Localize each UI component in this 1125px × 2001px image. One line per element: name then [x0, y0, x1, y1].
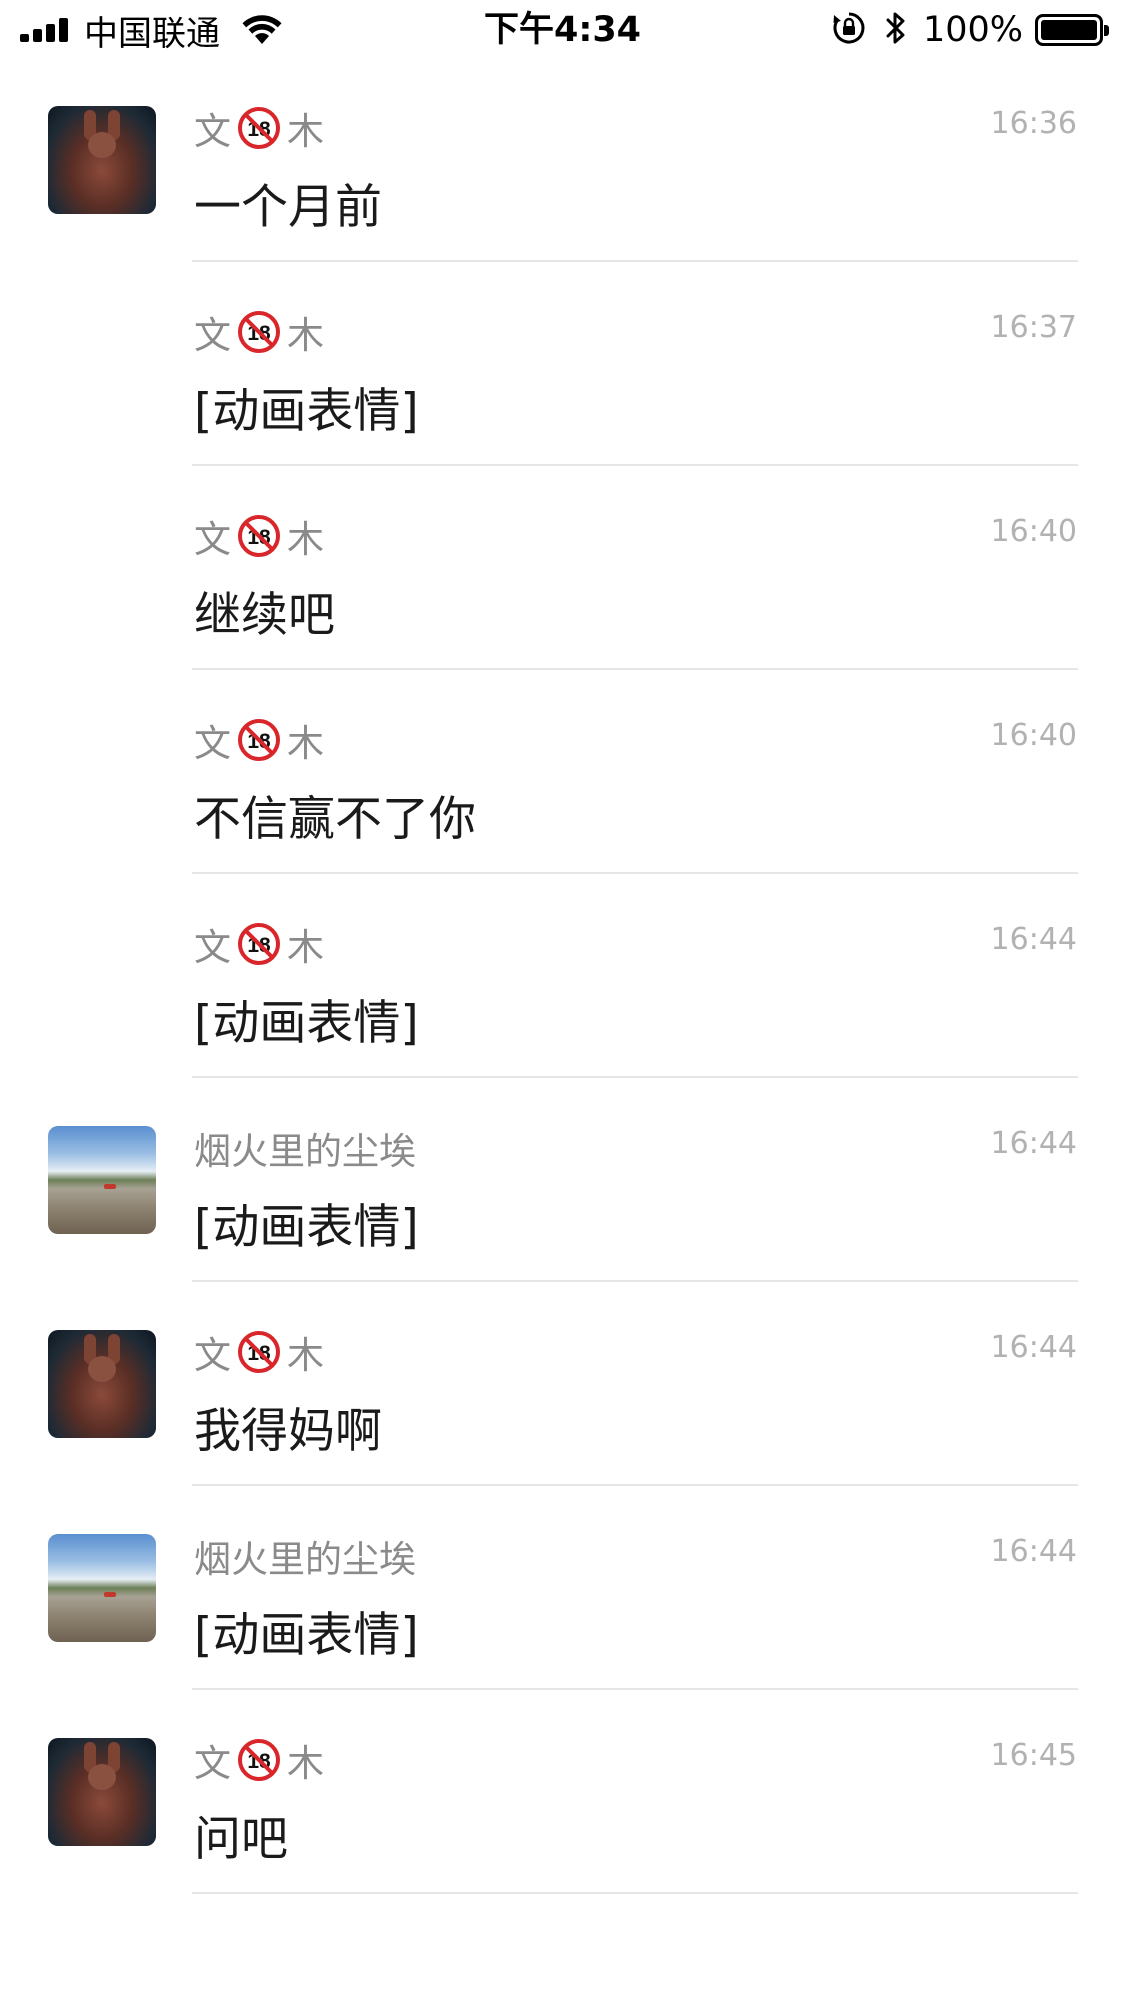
- rabbit-avatar[interactable]: [48, 1738, 156, 1846]
- landscape-avatar[interactable]: [48, 1534, 156, 1642]
- message-text: [动画表情]: [194, 384, 419, 439]
- message-time: 16:36: [990, 106, 1077, 141]
- battery-percentage: 100%: [922, 10, 1023, 50]
- message-time: 16:45: [990, 1738, 1077, 1773]
- message-list[interactable]: 烟火里的尘埃 16:36 上一次和媳妇儿是什么时候 文18木 16:36 一个月…: [0, 0, 1125, 1894]
- sender-name: 文18木: [194, 511, 324, 561]
- landscape-avatar[interactable]: [48, 1126, 156, 1234]
- sender-name: 文18木: [194, 715, 324, 765]
- message-text: 一个月前: [194, 180, 382, 235]
- message-time: 16:37: [990, 310, 1077, 345]
- message-time: 16:40: [990, 514, 1077, 549]
- sender-name-part: 文: [194, 110, 231, 153]
- message-time: 16:44: [990, 922, 1077, 957]
- message-row[interactable]: 烟火里的尘埃 16:44 [动画表情]: [0, 1486, 1125, 1690]
- sender-name-part: 木: [287, 926, 324, 969]
- no-under-18-icon: 18: [237, 514, 281, 558]
- message-text: [动画表情]: [194, 1200, 419, 1255]
- message-text: 不信赢不了你: [194, 792, 476, 847]
- sender-name-part: 木: [287, 722, 324, 765]
- message-time: 16:44: [990, 1330, 1077, 1365]
- sender-name: 文18木: [194, 103, 324, 153]
- message-time: 16:44: [990, 1534, 1077, 1569]
- sender-name-part: 木: [287, 1334, 324, 1377]
- sender-name-part: 文: [194, 1334, 231, 1377]
- row-divider: [192, 1892, 1078, 1894]
- message-row[interactable]: 文18木 16:40 继续吧: [0, 466, 1125, 670]
- message-text: 问吧: [194, 1812, 288, 1867]
- battery-fill: [1041, 20, 1097, 40]
- rotation-lock-icon: [831, 10, 867, 50]
- sender-name-part: 木: [287, 1742, 324, 1785]
- sender-name-part: 文: [194, 518, 231, 561]
- sender-name: 文18木: [194, 1327, 324, 1377]
- message-row[interactable]: 文18木 16:44 [动画表情]: [0, 874, 1125, 1078]
- message-time: 16:40: [990, 718, 1077, 753]
- sender-name-part: 木: [287, 518, 324, 561]
- sender-name-part: 木: [287, 110, 324, 153]
- sender-name: 烟火里的尘埃: [194, 1130, 416, 1173]
- rabbit-avatar[interactable]: [48, 1330, 156, 1438]
- bluetooth-icon: [885, 10, 907, 50]
- no-under-18-icon: 18: [237, 1738, 281, 1782]
- sender-name-part: 文: [194, 314, 231, 357]
- carrier-name: 中国联通: [84, 13, 220, 54]
- sender-name-part: 文: [194, 722, 231, 765]
- no-under-18-icon: 18: [237, 1330, 281, 1374]
- sender-name: 文18木: [194, 307, 324, 357]
- message-time: 16:44: [990, 1126, 1077, 1161]
- rabbit-avatar[interactable]: [48, 106, 156, 214]
- battery-icon: [1035, 14, 1109, 46]
- message-row[interactable]: 文18木 16:44 我得妈啊: [0, 1282, 1125, 1486]
- message-row[interactable]: 文18木 16:36 一个月前: [0, 58, 1125, 262]
- no-under-18-icon: 18: [237, 106, 281, 150]
- status-left: 中国联通: [20, 8, 282, 54]
- wifi-icon: [242, 15, 282, 45]
- sender-name-part: 木: [287, 314, 324, 357]
- message-row[interactable]: 文18木 16:40 不信赢不了你: [0, 670, 1125, 874]
- message-row[interactable]: 文18木 16:37 [动画表情]: [0, 262, 1125, 466]
- sender-name: 烟火里的尘埃: [194, 1538, 416, 1581]
- message-row[interactable]: 文18木 16:45 问吧: [0, 1690, 1125, 1894]
- cellular-signal-icon: [20, 18, 72, 42]
- message-text: [动画表情]: [194, 1608, 419, 1663]
- sender-name: 文18木: [194, 919, 324, 969]
- message-row[interactable]: 烟火里的尘埃 16:44 [动画表情]: [0, 1078, 1125, 1282]
- no-under-18-icon: 18: [237, 310, 281, 354]
- status-right: 100%: [831, 8, 1109, 52]
- message-text: 我得妈啊: [194, 1404, 382, 1459]
- sender-name-part: 文: [194, 1742, 231, 1785]
- sender-name-part: 文: [194, 926, 231, 969]
- no-under-18-icon: 18: [237, 718, 281, 762]
- message-text: 继续吧: [194, 588, 335, 643]
- message-text: [动画表情]: [194, 996, 419, 1051]
- status-bar: 中国联通 下午4:34 100%: [0, 0, 1125, 60]
- sender-name: 文18木: [194, 1735, 324, 1785]
- no-under-18-icon: 18: [237, 922, 281, 966]
